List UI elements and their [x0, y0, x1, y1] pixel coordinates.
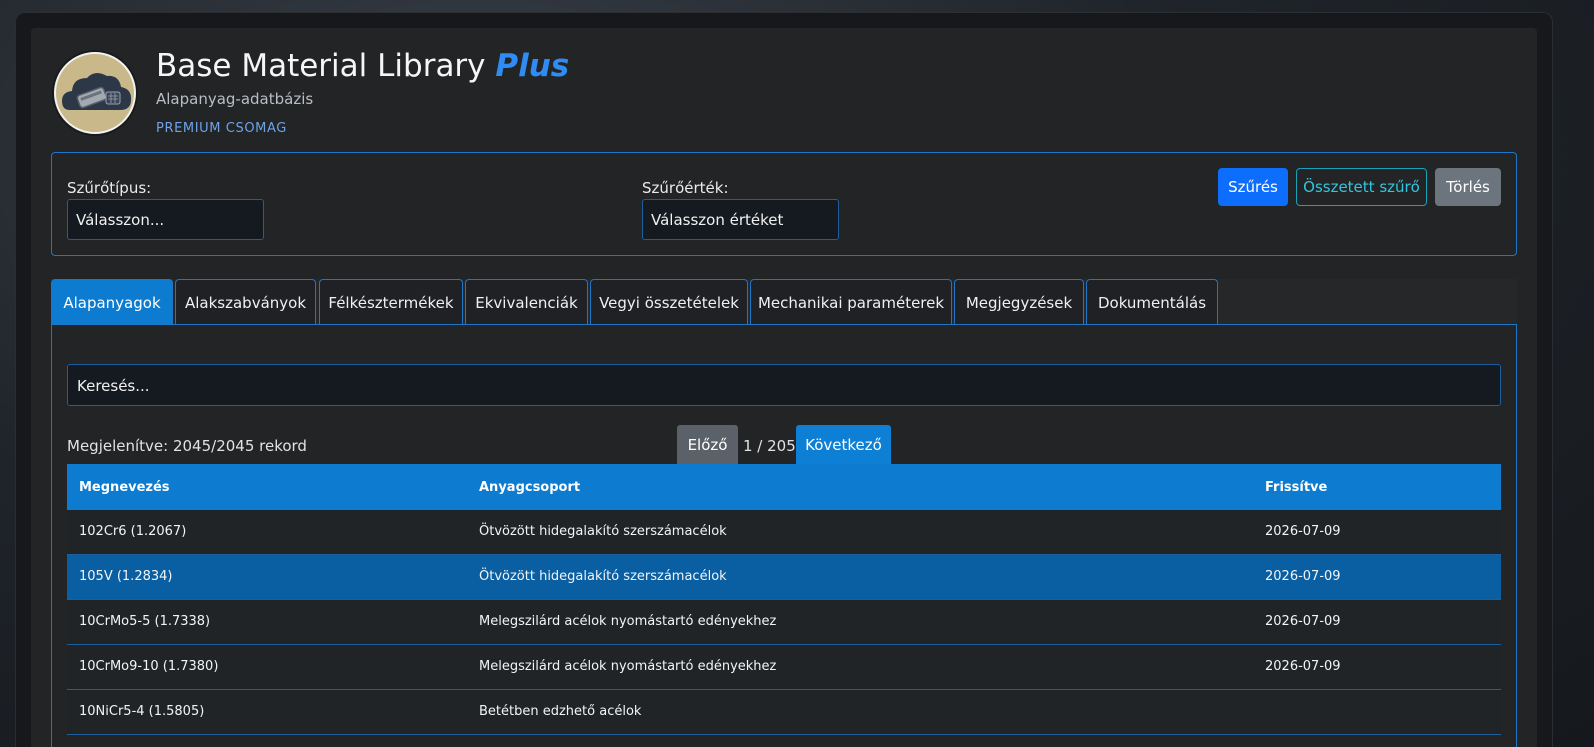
tab-mechanikai-parameterek[interactable]: Mechanikai paraméterek	[750, 279, 952, 325]
record-count: Megjelenítve: 2045/2045 rekord	[67, 437, 307, 455]
filter-type-label: Szűrőtípus:	[67, 179, 152, 197]
app-title: Base Material Library Plus	[156, 48, 569, 84]
filter-value-select[interactable]: Válasszon értéket	[642, 199, 839, 240]
tab-alapanyagok[interactable]: Alapanyagok	[51, 279, 173, 325]
search-input[interactable]: Keresés...	[67, 364, 1501, 406]
cell-group: Betétben edzhető acélok	[479, 704, 642, 719]
column-header-group[interactable]: Anyagcsoport	[479, 480, 580, 495]
tab-bar: Alapanyagok Alakszabványok Félkésztermék…	[51, 279, 1517, 325]
app-subtitle: Alapanyag-adatbázis	[156, 90, 314, 108]
cell-updated: 2026-07-09	[1265, 659, 1341, 674]
cell-name: 105V (1.2834)	[79, 569, 173, 584]
table-row[interactable]: 10NiCr5-4 (1.5805) Betétben edzhető acél…	[67, 690, 1501, 735]
filter-button[interactable]: Szűrés	[1218, 168, 1288, 206]
page-indicator: 1 / 205	[743, 437, 796, 455]
prev-page-button[interactable]: Előző	[677, 425, 738, 464]
app-title-plus: Plus	[495, 48, 570, 84]
cell-group: Ötvözött hidegalakító szerszámacélok	[479, 569, 727, 584]
table-row[interactable]: 102Cr6 (1.2067) Ötvözött hidegalakító sz…	[67, 510, 1501, 555]
next-page-button[interactable]: Következő	[796, 425, 891, 464]
tab-vegyi-osszetetelek[interactable]: Vegyi összetételek	[590, 279, 748, 325]
tab-dokumentalas[interactable]: Dokumentálás	[1086, 279, 1218, 325]
filter-type-select[interactable]: Válasszon...	[67, 199, 264, 240]
column-header-updated[interactable]: Frissítve	[1265, 480, 1327, 495]
cell-name: 102Cr6 (1.2067)	[79, 524, 187, 539]
table-row-selected[interactable]: 105V (1.2834) Ötvözött hidegalakító szer…	[67, 555, 1501, 600]
cell-name: 10NiCr5-4 (1.5805)	[79, 704, 205, 719]
cell-group: Melegszilárd acélok nyomástartó edényekh…	[479, 659, 777, 674]
package-badge: PREMIUM CSOMAG	[156, 121, 287, 136]
cloud-logo-icon	[54, 52, 136, 134]
table-header: Megnevezés Anyagcsoport Frissítve	[67, 464, 1501, 510]
tab-alakszabvanyok[interactable]: Alakszabványok	[175, 279, 316, 325]
complex-filter-button[interactable]: Összetett szűrő	[1296, 168, 1427, 206]
cell-name: 10CrMo5-5 (1.7338)	[79, 614, 211, 629]
cell-updated: 2026-07-09	[1265, 614, 1341, 629]
tab-felkesztermekek[interactable]: Félkésztermékek	[319, 279, 463, 325]
clear-button[interactable]: Törlés	[1435, 168, 1501, 206]
tab-ekvivalenciak[interactable]: Ekvivalenciák	[465, 279, 588, 325]
column-header-name[interactable]: Megnevezés	[79, 480, 170, 495]
table-row[interactable]: 10CrMo5-5 (1.7338) Melegszilárd acélok n…	[67, 600, 1501, 645]
cell-name: 10CrMo9-10 (1.7380)	[79, 659, 219, 674]
table-row[interactable]: 10CrMo9-10 (1.7380) Melegszilárd acélok …	[67, 645, 1501, 690]
materials-table: Megnevezés Anyagcsoport Frissítve 102Cr6…	[67, 464, 1501, 735]
cell-updated: 2026-07-09	[1265, 569, 1341, 584]
app-title-main: Base Material Library	[156, 48, 486, 84]
tab-megjegyzesek[interactable]: Megjegyzések	[954, 279, 1084, 325]
cell-group: Ötvözött hidegalakító szerszámacélok	[479, 524, 727, 539]
cell-updated: 2026-07-09	[1265, 524, 1341, 539]
filter-value-label: Szűrőérték:	[642, 179, 729, 197]
cell-group: Melegszilárd acélok nyomástartó edényekh…	[479, 614, 777, 629]
